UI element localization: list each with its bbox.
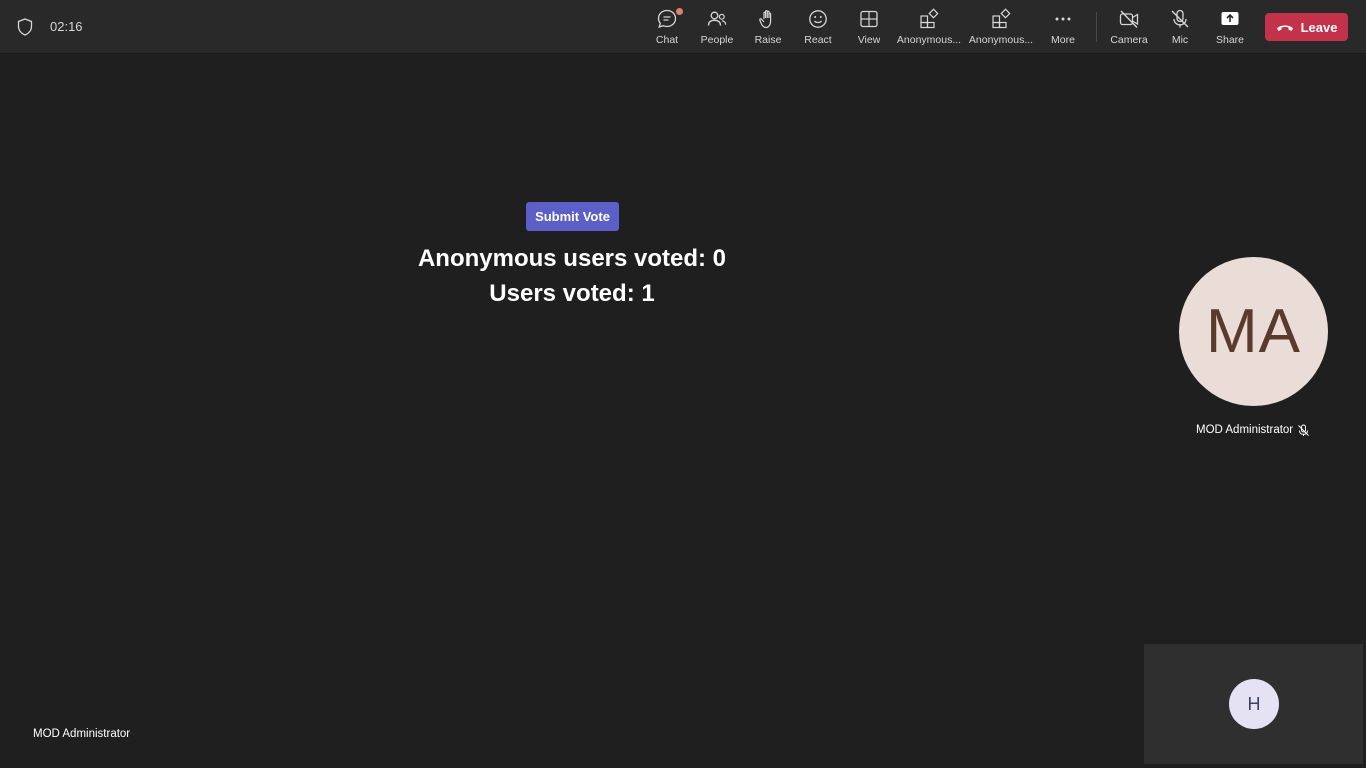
more-button[interactable]: More (1035, 8, 1091, 48)
anonymous-app-button-1[interactable]: Anonymous... (896, 8, 962, 48)
chat-label: Chat (655, 34, 679, 46)
leave-button[interactable]: Leave (1265, 13, 1348, 41)
anonymous-app-label-1: Anonymous... (896, 34, 962, 46)
camera-button[interactable]: Camera (1101, 8, 1157, 48)
chat-icon (657, 9, 677, 29)
avatar-initials: MA (1206, 297, 1301, 366)
react-button[interactable]: React (790, 8, 846, 48)
hand-icon (759, 10, 772, 29)
mic-label: Mic (1171, 34, 1189, 46)
toolbar-divider (1096, 12, 1097, 42)
people-button[interactable]: People (689, 8, 745, 48)
phone-hangup-icon (1276, 25, 1293, 31)
meeting-stage (0, 55, 1144, 768)
people-label: People (700, 34, 734, 46)
leave-label: Leave (1300, 19, 1338, 35)
mic-button[interactable]: Mic (1152, 8, 1208, 48)
share-label: Share (1215, 34, 1245, 46)
raise-hand-button[interactable]: Raise (740, 8, 796, 48)
people-icon (707, 11, 727, 26)
camera-off-icon (1119, 10, 1139, 28)
share-icon (1221, 12, 1239, 25)
raise-label: Raise (754, 34, 782, 46)
view-button[interactable]: View (841, 8, 897, 48)
meeting-timer: 02:16 (50, 19, 83, 34)
shield-icon[interactable] (17, 18, 33, 36)
more-label: More (1051, 34, 1075, 46)
notification-dot (676, 8, 683, 15)
mic-muted-icon (1298, 424, 1309, 436)
anonymous-app-button-2[interactable]: Anonymous... (968, 8, 1034, 48)
camera-label: Camera (1110, 34, 1148, 46)
mic-off-icon (1171, 9, 1189, 28)
submit-vote-button[interactable]: Submit Vote (526, 202, 619, 231)
share-button[interactable]: Share (1202, 8, 1258, 48)
grid-view-icon (860, 10, 878, 28)
users-vote-count: Users voted: 1 (489, 280, 655, 307)
emoji-icon (809, 10, 827, 28)
react-label: React (804, 34, 832, 46)
chat-button[interactable]: Chat (639, 8, 695, 48)
participant-name: MOD Administrator (1196, 424, 1294, 436)
app-icon (992, 8, 1011, 29)
more-icon (1055, 17, 1071, 21)
anonymous-app-label-2: Anonymous... (968, 34, 1034, 46)
self-video-tile[interactable]: H (1144, 644, 1363, 764)
self-avatar-initials: H (1247, 693, 1261, 714)
anonymous-vote-count: Anonymous users voted: 0 (417, 245, 727, 272)
meeting-toolbar: 02:16 Chat People Raise React View Anony… (0, 0, 1366, 54)
view-label: View (857, 34, 881, 46)
presenter-name: MOD Administrator (33, 728, 131, 740)
self-avatar: H (1229, 679, 1279, 729)
app-icon (920, 8, 939, 29)
participant-avatar[interactable]: MA (1179, 257, 1328, 406)
